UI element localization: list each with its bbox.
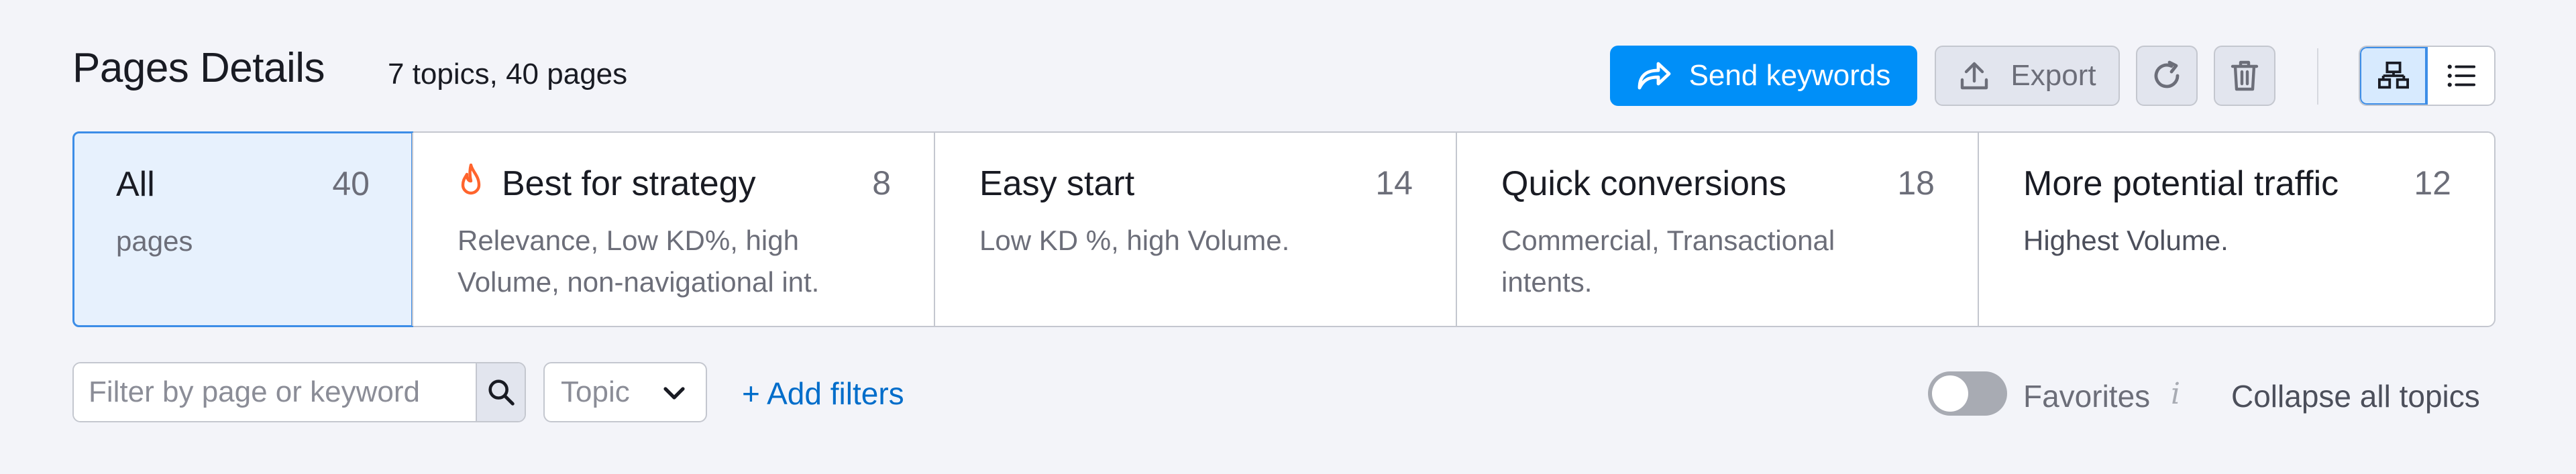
list-view-icon: [2447, 64, 2475, 87]
card-description-line: Low KD %, high Volume.: [979, 225, 1290, 256]
topic-card-best-for-strategy[interactable]: Best for strategy 8 Relevance, Low KD%, …: [412, 133, 934, 326]
topic-dropdown-label: Topic: [561, 375, 630, 408]
collapse-all-topics-link[interactable]: Collapse all topics: [2231, 378, 2480, 414]
filter-search-button[interactable]: [476, 363, 525, 421]
card-description: Relevance, Low KD%, high Volume, non-nav…: [458, 220, 819, 303]
card-description-line: Volume, non-navigational int.: [458, 266, 820, 298]
topic-card-quick-conversions[interactable]: Quick conversions 18 Commercial, Transac…: [1456, 133, 1978, 326]
card-description-line: Commercial, Transactional: [1501, 225, 1835, 256]
favorites-toggle[interactable]: [1928, 371, 2007, 416]
topic-dropdown[interactable]: Topic: [543, 362, 707, 422]
grid-view-button[interactable]: [2360, 47, 2428, 105]
send-keywords-button[interactable]: Send keywords: [1610, 46, 1917, 106]
view-switcher: [2359, 46, 2496, 106]
sitemap-view-icon: [2377, 61, 2409, 89]
export-button[interactable]: Export: [1935, 46, 2120, 106]
refresh-button[interactable]: [2136, 46, 2198, 106]
share-arrow-icon: [1638, 62, 1670, 90]
card-title: Best for strategy: [502, 164, 756, 203]
toolbar-divider: [2317, 48, 2318, 105]
topic-card-easy-start[interactable]: Easy start 14 Low KD %, high Volume.: [934, 133, 1456, 326]
card-count: 12: [2414, 164, 2451, 202]
card-count: 8: [872, 164, 891, 202]
send-keywords-label: Send keywords: [1688, 59, 1891, 92]
chevron-down-icon: [663, 387, 685, 400]
upload-icon: [1961, 62, 1988, 90]
add-filters-link[interactable]: + Add filters: [742, 375, 904, 412]
card-description: Low KD %, high Volume.: [979, 220, 1289, 261]
filter-input[interactable]: [74, 363, 476, 421]
export-label: Export: [2010, 59, 2096, 92]
card-description-line: Highest Volume.: [2023, 225, 2229, 256]
card-title: More potential traffic: [2023, 164, 2339, 203]
card-description: Highest Volume.: [2023, 220, 2229, 261]
favorites-label: Favorites: [2023, 379, 2151, 414]
trash-icon: [2231, 60, 2259, 91]
topic-card-more-potential-traffic[interactable]: More potential traffic 12 Highest Volume…: [1978, 133, 2494, 326]
card-description: Commercial, Transactional intents.: [1501, 220, 1835, 303]
info-icon[interactable]: i: [2171, 377, 2180, 411]
card-count: 14: [1375, 164, 1413, 202]
card-count: 18: [1897, 164, 1935, 202]
topics-pages-count: 7 topics, 40 pages: [388, 58, 628, 91]
card-count: 40: [332, 165, 370, 202]
card-description-line: intents.: [1501, 266, 1593, 298]
page-title: Pages Details: [72, 45, 325, 91]
search-icon: [488, 379, 515, 406]
card-title: Quick conversions: [1501, 164, 1786, 203]
page-keyword-filter: [72, 362, 526, 422]
topic-cards: All 40 pages Best for strategy 8 Relevan…: [72, 131, 2496, 327]
card-description-line: Relevance, Low KD%, high: [458, 225, 799, 256]
fire-icon: [461, 164, 481, 195]
card-title: Easy start: [979, 164, 1135, 203]
topic-card-all[interactable]: All 40 pages: [72, 131, 413, 327]
list-view-button[interactable]: [2428, 47, 2494, 105]
card-title: All: [116, 165, 155, 204]
delete-button[interactable]: [2214, 46, 2275, 106]
toggle-knob: [1932, 375, 1968, 412]
refresh-icon: [2154, 60, 2180, 88]
card-description: pages: [116, 225, 193, 257]
pages-details-panel: Pages Details 7 topics, 40 pages Send ke…: [0, 0, 2576, 474]
